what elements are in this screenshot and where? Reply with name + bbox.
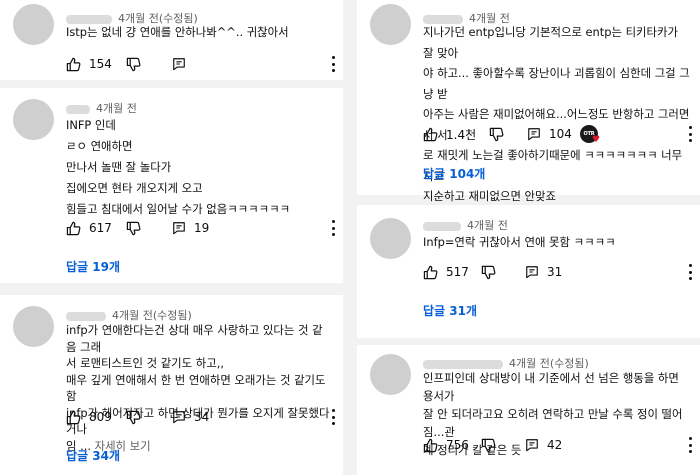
heart-icon: ♥ — [592, 135, 601, 145]
comment-card: 4개월 전(수정됨) infp가 연애한다는건 상대 매우 사랑하고 있다는 것… — [0, 295, 343, 475]
comment-text-content: infp가 연애한다는건 상대 매우 사랑하고 있다는 것 같음 그래 서 로맨… — [66, 323, 330, 453]
comment-text: infp가 연애한다는건 상대 매우 사랑하고 있다는 것 같음 그래 서 로맨… — [66, 322, 333, 454]
kebab-menu-icon[interactable] — [688, 437, 692, 453]
reply-button[interactable] — [172, 54, 186, 74]
comments-column-right: 4개월 전 지나가던 entp입니당 기본적으로 entp는 티키타카가 잘 맞… — [357, 0, 700, 475]
username[interactable] — [66, 311, 106, 321]
thumbs-down-icon — [126, 221, 141, 235]
thumbs-up-icon — [66, 57, 81, 71]
comment-card: 4개월 전(수정됨) Istp는 없네 걍 연애를 안하나봐^^.. 귀찮아서 … — [0, 0, 343, 80]
reply-count: 19 — [194, 221, 210, 235]
kebab-menu-icon[interactable] — [331, 409, 335, 425]
like-count: 617 — [89, 221, 112, 235]
comment-text: Infp=연락 귀찮아서 연애 못함 ㅋㅋㅋㅋ — [423, 235, 616, 249]
like-button[interactable]: 1.4천 — [423, 124, 476, 144]
view-replies-button[interactable]: 답글 31개 — [423, 302, 477, 319]
comment-card: 4개월 전 INFP 인데 ㄹㅇ 연애하면 만나서 놀땐 잘 놀다가 집에오면 … — [0, 88, 343, 283]
like-button[interactable]: 756 — [423, 435, 469, 455]
reply-count: 42 — [547, 438, 563, 452]
reply-icon — [173, 411, 185, 424]
reply-count: 34 — [194, 410, 210, 424]
like-count: 517 — [446, 265, 469, 279]
reply-count: 104 — [549, 127, 572, 141]
comment-time: 4개월 전 — [467, 219, 508, 232]
like-button[interactable]: 809 — [66, 407, 112, 427]
comment-card: 4개월 전 Infp=연락 귀찮아서 연애 못함 ㅋㅋㅋㅋ 517 31 답글 … — [357, 205, 700, 338]
comment-header: 4개월 전 — [423, 217, 508, 233]
thumbs-up-icon — [423, 265, 438, 279]
like-count: 1.4천 — [446, 127, 477, 142]
kebab-menu-icon[interactable] — [688, 126, 692, 142]
avatar[interactable] — [370, 218, 411, 259]
thumbs-up-icon — [66, 410, 81, 424]
comment-actions: 809 34 — [66, 407, 337, 427]
thumbs-up-icon — [66, 221, 81, 235]
like-button[interactable]: 154 — [66, 54, 112, 74]
reply-icon — [173, 222, 185, 235]
dislike-button[interactable] — [489, 124, 504, 144]
dislike-button[interactable] — [481, 435, 496, 455]
username[interactable] — [423, 359, 503, 369]
dislike-button[interactable] — [126, 218, 141, 238]
username[interactable] — [423, 221, 461, 231]
comment-actions: 756 42 — [423, 435, 694, 455]
comment-actions: 517 31 — [423, 262, 694, 282]
kebab-menu-icon[interactable] — [331, 56, 335, 72]
avatar[interactable] — [370, 354, 411, 395]
thumbs-up-icon — [423, 438, 438, 452]
thumbs-down-icon — [126, 410, 141, 424]
avatar[interactable] — [370, 4, 411, 45]
thumbs-down-icon — [481, 438, 496, 452]
comment-card: 4개월 전(수정됨) 인프피인데 상대방이 내 기준에서 선 넘은 행동을 하면… — [357, 345, 700, 475]
reply-icon — [528, 128, 540, 141]
like-count: 756 — [446, 438, 469, 452]
thumbs-up-icon — [423, 127, 438, 141]
like-count: 809 — [89, 410, 112, 424]
comment-time: 4개월 전(수정됨) — [112, 309, 192, 322]
view-replies-button[interactable]: 답글 19개 — [66, 258, 120, 275]
comment-header: 4개월 전 — [66, 100, 137, 116]
reply-button[interactable]: 31 — [525, 262, 562, 282]
thumbs-down-icon — [489, 127, 504, 141]
comment-header: 4개월 전(수정됨) — [66, 307, 192, 323]
view-replies-button[interactable]: 답글 34개 — [66, 447, 120, 464]
reply-icon — [526, 439, 538, 452]
like-button[interactable]: 517 — [423, 262, 469, 282]
reply-icon — [173, 58, 185, 71]
reply-icon — [526, 266, 538, 279]
thumbs-down-icon — [126, 57, 141, 71]
avatar[interactable] — [13, 99, 54, 140]
view-replies-button[interactable]: 답글 104개 — [423, 165, 485, 182]
dislike-button[interactable] — [126, 407, 141, 427]
comment-actions: 154 — [66, 54, 337, 74]
comment-text: INFP 인데 ㄹㅇ 연애하면 만나서 놀땐 잘 놀다가 집에오면 현타 개오지… — [66, 118, 291, 216]
reply-button[interactable]: 42 — [525, 435, 562, 455]
avatar[interactable] — [13, 306, 54, 347]
reply-button[interactable]: 34 — [172, 407, 209, 427]
thumbs-down-icon — [481, 265, 496, 279]
comment-time: 4개월 전 — [96, 102, 137, 115]
comment-text: Istp는 없네 걍 연애를 안하나봐^^.. 귀찮아서 — [66, 25, 289, 39]
like-count: 154 — [89, 57, 112, 71]
comment-card: 4개월 전 지나가던 entp입니당 기본적으로 entp는 티키타카가 잘 맞… — [357, 0, 700, 203]
dislike-button[interactable] — [126, 54, 141, 74]
avatar[interactable] — [13, 4, 54, 45]
dislike-button[interactable] — [481, 262, 496, 282]
like-button[interactable]: 617 — [66, 218, 112, 238]
reply-button[interactable]: 19 — [172, 218, 209, 238]
reply-count: 31 — [547, 265, 563, 279]
kebab-menu-icon[interactable] — [331, 220, 335, 236]
comment-actions: 617 19 — [66, 218, 337, 238]
comment-actions: 1.4천 104 OTR ♥ — [423, 124, 694, 145]
comments-column-left: 4개월 전(수정됨) Istp는 없네 걍 연애를 안하나봐^^.. 귀찮아서 … — [0, 0, 343, 475]
kebab-menu-icon[interactable] — [688, 264, 692, 280]
reply-button[interactable]: 104 — [527, 124, 572, 144]
username[interactable] — [66, 104, 90, 114]
